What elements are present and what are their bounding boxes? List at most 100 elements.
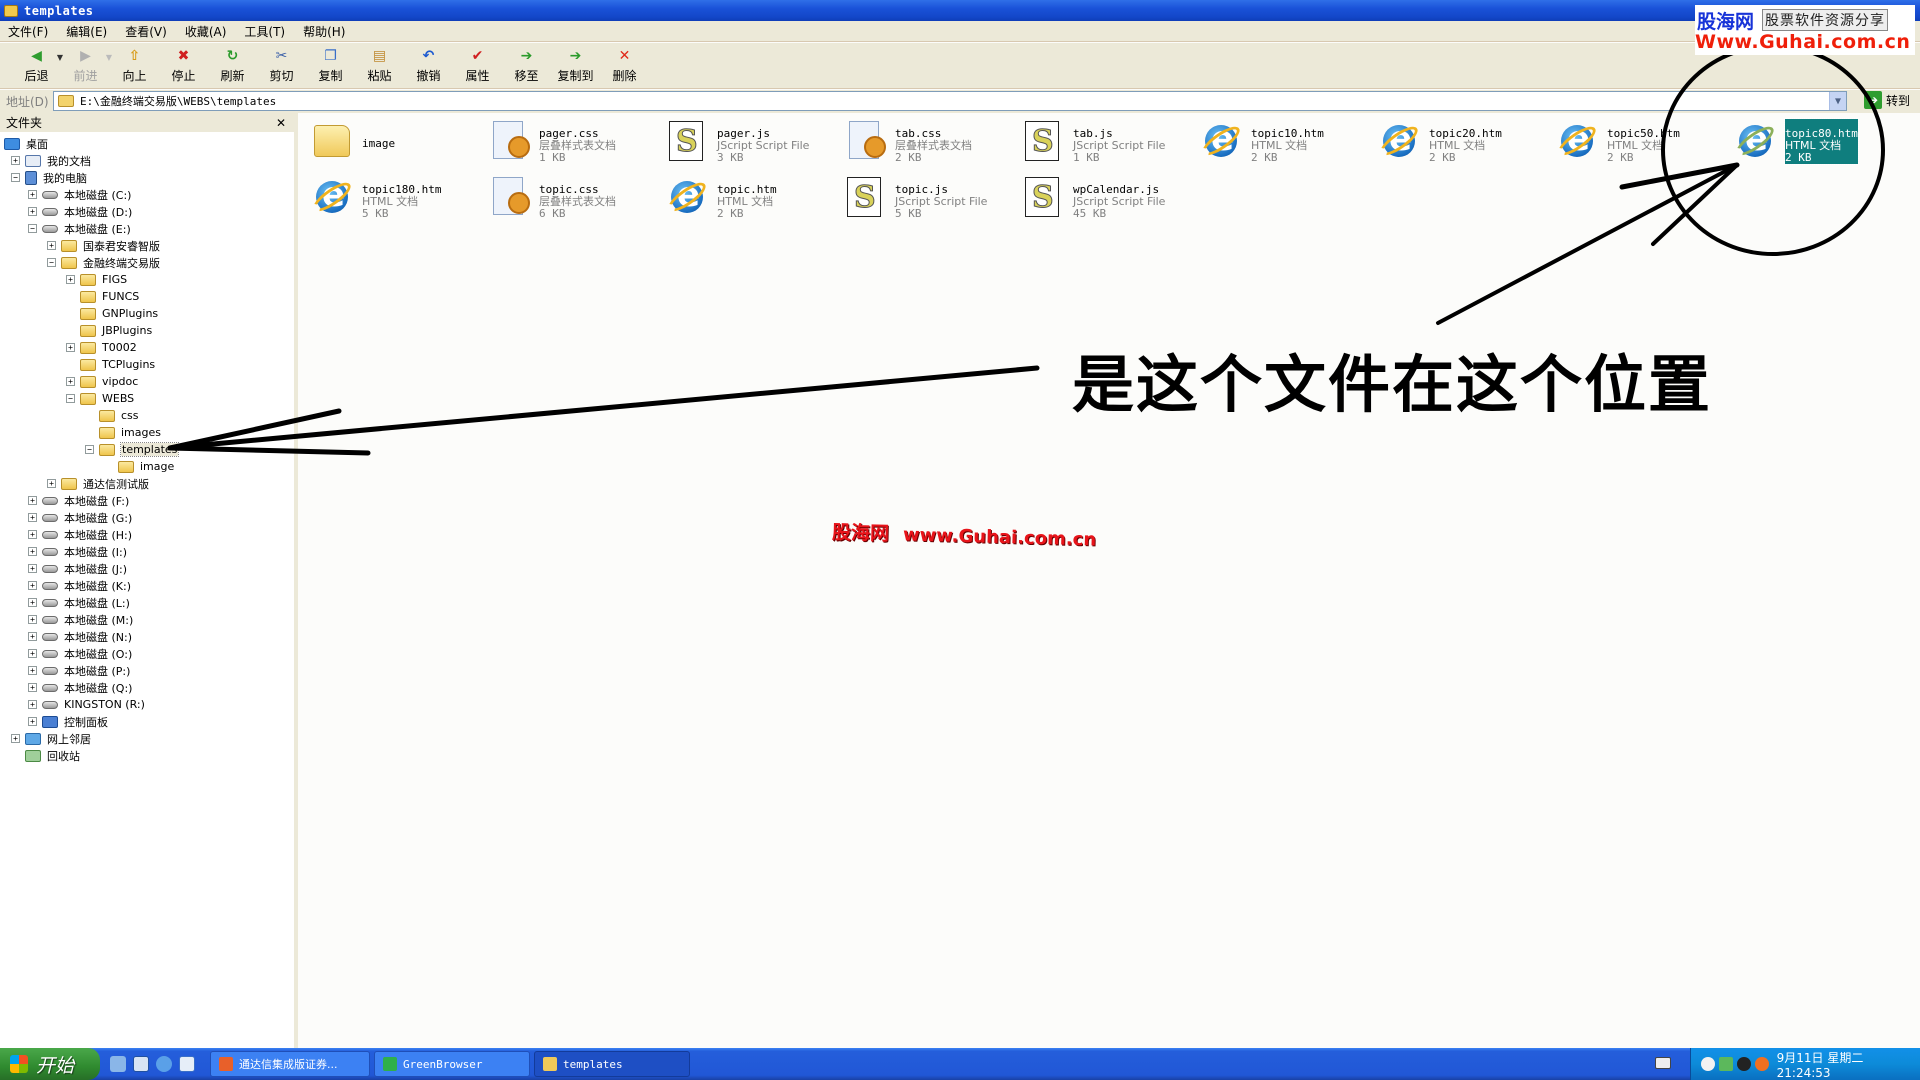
expand-icon[interactable]: + bbox=[28, 207, 37, 216]
address-dropdown-icon[interactable]: ▼ bbox=[1829, 92, 1846, 110]
expand-icon[interactable]: + bbox=[28, 717, 37, 726]
app-tray-icon[interactable] bbox=[1754, 1057, 1769, 1071]
task-templates[interactable]: templates bbox=[534, 1051, 690, 1077]
expand-icon[interactable]: + bbox=[28, 581, 37, 590]
expand-icon[interactable]: + bbox=[47, 241, 56, 250]
tree-item[interactable]: + 我的文档 bbox=[0, 152, 294, 169]
expand-icon[interactable]: + bbox=[28, 547, 37, 556]
close-icon[interactable]: ✕ bbox=[276, 116, 286, 130]
expand-icon[interactable]: + bbox=[28, 700, 37, 709]
tree-item[interactable]: + 本地磁盘 (H:) bbox=[0, 526, 294, 543]
expand-icon[interactable]: + bbox=[47, 479, 56, 488]
media-player-icon[interactable] bbox=[133, 1056, 149, 1072]
file-item[interactable]: wpCalendar.jsJScript Script File45 KB bbox=[1021, 175, 1199, 227]
expand-icon[interactable]: + bbox=[66, 275, 75, 284]
tree-item[interactable]: JBPlugins bbox=[0, 322, 294, 339]
tree-item[interactable]: + 控制面板 bbox=[0, 713, 294, 730]
file-item[interactable]: pager.css 层叠样式表文档 1 KB bbox=[487, 119, 665, 171]
expand-icon[interactable]: + bbox=[11, 734, 20, 743]
expand-icon[interactable]: + bbox=[28, 564, 37, 573]
file-item[interactable]: topic50.htmHTML 文档2 KB bbox=[1554, 119, 1733, 171]
tree-item[interactable]: + 本地磁盘 (N:) bbox=[0, 628, 294, 645]
menu-edit[interactable]: 编辑(E) bbox=[66, 23, 107, 40]
cut-button[interactable]: ✂ 剪切 bbox=[257, 47, 306, 84]
file-item[interactable]: topic20.htmHTML 文档2 KB bbox=[1376, 119, 1555, 171]
expand-icon[interactable]: + bbox=[66, 377, 75, 386]
back-button[interactable]: ◀ 后退 ▼ bbox=[12, 47, 63, 84]
tree-item[interactable]: + 本地磁盘 (K:) bbox=[0, 577, 294, 594]
expand-icon[interactable]: + bbox=[28, 666, 37, 675]
expand-icon[interactable]: + bbox=[11, 156, 20, 165]
task-greenbrowser[interactable]: GreenBrowser bbox=[374, 1051, 530, 1077]
file-item[interactable]: tab.jsJScript Script File1 KB bbox=[1021, 119, 1199, 171]
expand-icon[interactable]: + bbox=[66, 343, 75, 352]
tree-item[interactable]: + 通达信测试版 bbox=[0, 475, 294, 492]
expand-icon[interactable]: + bbox=[28, 598, 37, 607]
file-item[interactable]: topic.htmHTML 文档2 KB bbox=[664, 175, 843, 227]
tree-item[interactable]: + 国泰君安睿智版 bbox=[0, 237, 294, 254]
expand-icon[interactable]: + bbox=[28, 649, 37, 658]
copy-to-button[interactable]: ➔ 复制到 bbox=[551, 47, 600, 84]
menu-favorites[interactable]: 收藏(A) bbox=[185, 23, 227, 40]
up-button[interactable]: ⇧ 向上 bbox=[110, 47, 159, 84]
collapse-icon[interactable]: − bbox=[47, 258, 56, 267]
collapse-icon[interactable]: − bbox=[85, 445, 94, 454]
expand-icon[interactable]: + bbox=[28, 615, 37, 624]
tree-item[interactable]: + 本地磁盘 (Q:) bbox=[0, 679, 294, 696]
start-button[interactable]: 开始 bbox=[0, 1048, 100, 1080]
tree-item[interactable]: + 本地磁盘 (O:) bbox=[0, 645, 294, 662]
tree-item[interactable]: − WEBS bbox=[0, 390, 294, 407]
forward-button[interactable]: ▶ 前进 ▼ bbox=[61, 47, 112, 84]
tree-item[interactable]: − 我的电脑 bbox=[0, 169, 294, 186]
tree-item[interactable]: + T0002 bbox=[0, 339, 294, 356]
stop-button[interactable]: ✖ 停止 bbox=[159, 47, 208, 84]
tree-item[interactable]: TCPlugins bbox=[0, 356, 294, 373]
file-item[interactable]: tab.css 层叠样式表文档 2 KB bbox=[843, 119, 1021, 171]
menu-help[interactable]: 帮助(H) bbox=[303, 23, 345, 40]
tree-item[interactable]: − 本地磁盘 (E:) bbox=[0, 220, 294, 237]
tree-item[interactable]: + 网上邻居 bbox=[0, 730, 294, 747]
expand-icon[interactable]: + bbox=[28, 683, 37, 692]
tree-item[interactable]: + 本地磁盘 (C:) bbox=[0, 186, 294, 203]
expand-icon[interactable]: + bbox=[28, 190, 37, 199]
tree-item[interactable]: + 本地磁盘 (I:) bbox=[0, 543, 294, 560]
tree-item[interactable]: − templates bbox=[0, 441, 294, 458]
address-input[interactable]: E:\金融终端交易版\WEBS\templates ▼ bbox=[53, 91, 1847, 111]
collapse-icon[interactable]: − bbox=[11, 173, 20, 182]
tree-item[interactable]: FUNCS bbox=[0, 288, 294, 305]
expand-icon[interactable]: + bbox=[28, 632, 37, 641]
tree-item[interactable]: + 本地磁盘 (M:) bbox=[0, 611, 294, 628]
tree-item[interactable]: + FIGS bbox=[0, 271, 294, 288]
copy-button[interactable]: ❐ 复制 bbox=[306, 47, 355, 84]
menu-view[interactable]: 查看(V) bbox=[125, 23, 167, 40]
file-item[interactable]: image bbox=[310, 119, 488, 171]
file-item[interactable]: topic80.htmHTML 文档2 KB bbox=[1732, 118, 1911, 171]
file-item[interactable]: topic.css 层叠样式表文档 6 KB bbox=[487, 175, 665, 227]
tree-item[interactable]: + 本地磁盘 (D:) bbox=[0, 203, 294, 220]
delete-button[interactable]: ✕ 删除 bbox=[600, 47, 649, 84]
tree-item[interactable]: images bbox=[0, 424, 294, 441]
internet-explorer-icon[interactable] bbox=[156, 1056, 172, 1072]
network-icon[interactable] bbox=[1718, 1057, 1733, 1071]
properties-button[interactable]: ✔ 属性 bbox=[453, 47, 502, 84]
menu-tools[interactable]: 工具(T) bbox=[244, 23, 285, 40]
collapse-icon[interactable]: − bbox=[66, 394, 75, 403]
tree-item[interactable]: image bbox=[0, 458, 294, 475]
keyboard-icon[interactable] bbox=[1655, 1057, 1671, 1069]
tree-item[interactable]: 回收站 bbox=[0, 747, 294, 764]
show-desktop-icon[interactable] bbox=[110, 1056, 126, 1072]
tree-item[interactable]: 桌面 bbox=[0, 135, 294, 152]
paste-button[interactable]: ▤ 粘贴 bbox=[355, 47, 404, 84]
go-button[interactable]: ➔ 转到 bbox=[1864, 91, 1910, 109]
tree-item[interactable]: + 本地磁盘 (J:) bbox=[0, 560, 294, 577]
menu-file[interactable]: 文件(F) bbox=[8, 23, 48, 40]
tree-item[interactable]: GNPlugins bbox=[0, 305, 294, 322]
file-item[interactable]: topic10.htmHTML 文档2 KB bbox=[1198, 119, 1377, 171]
move-to-button[interactable]: ➔ 移至 bbox=[502, 47, 551, 84]
tree-item[interactable]: − 金融终端交易版 bbox=[0, 254, 294, 271]
expand-icon[interactable]: + bbox=[28, 513, 37, 522]
qq-icon[interactable] bbox=[1736, 1057, 1751, 1071]
file-item[interactable]: topic.jsJScript Script File5 KB bbox=[843, 175, 1021, 227]
file-item[interactable]: pager.jsJScript Script File3 KB bbox=[665, 119, 843, 171]
tree-item[interactable]: + vipdoc bbox=[0, 373, 294, 390]
